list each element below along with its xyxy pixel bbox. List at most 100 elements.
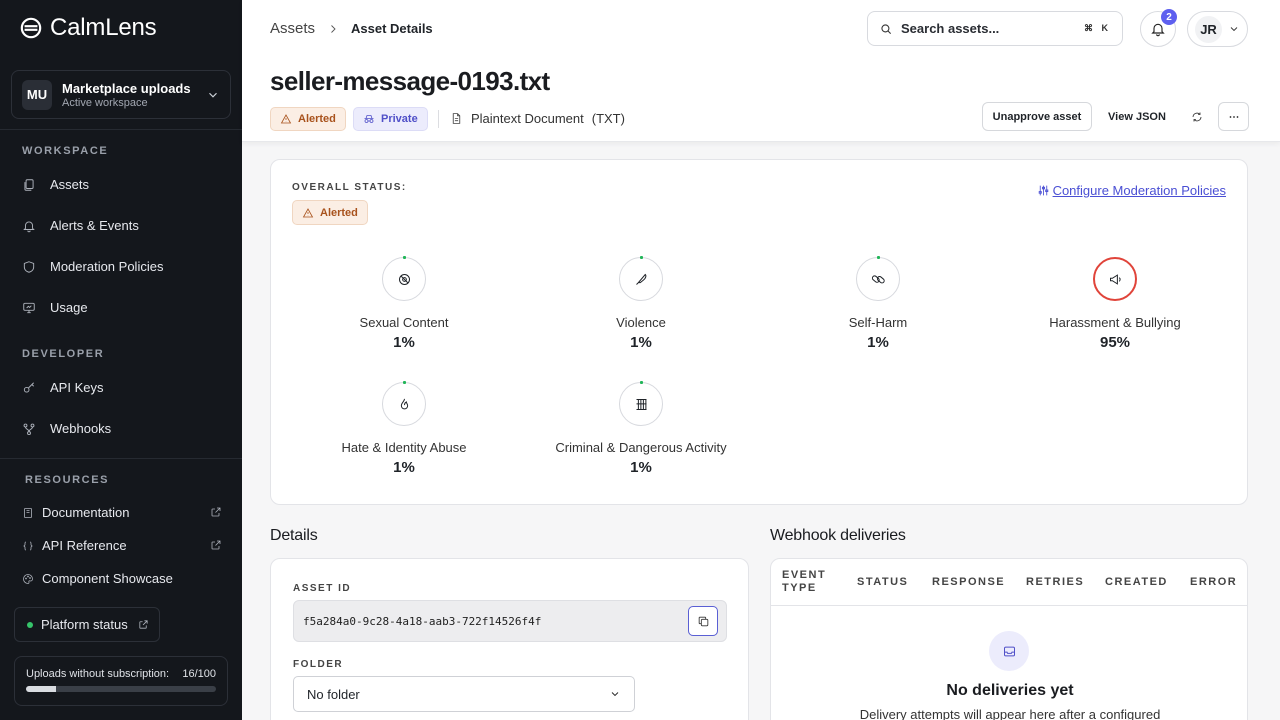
status-badge-label: Alerted: [298, 113, 336, 125]
chevron-down-icon: [209, 92, 217, 98]
uploads-quota: Uploads without subscription: 16/100: [14, 656, 228, 706]
view-json-button[interactable]: View JSON: [1100, 102, 1174, 131]
sidebar-item-webhooks[interactable]: Webhooks: [22, 421, 111, 436]
incognito-icon: [364, 115, 374, 123]
column-header-retries[interactable]: RETRIES: [1026, 576, 1084, 589]
search-shortcut: ⌘ K: [1084, 23, 1111, 33]
workspace-subtitle: Active workspace: [62, 96, 148, 109]
notifications-button[interactable]: 2: [1140, 9, 1177, 47]
document-icon: [452, 113, 461, 124]
file-type: Plaintext Document (TXT): [450, 111, 625, 126]
user-menu[interactable]: JR: [1187, 11, 1248, 47]
sidebar-link-label: Component Showcase: [42, 571, 173, 586]
category-name: Criminal & Dangerous Activity: [555, 440, 727, 455]
asset-id-field: f5a284a0-9c28-4a18-aab3-722f14526f4f: [293, 600, 727, 642]
eye-off-icon: [398, 273, 410, 285]
sidebar-item-usage[interactable]: Usage: [22, 300, 88, 315]
category-score: 1%: [630, 334, 652, 351]
refresh-button[interactable]: [1186, 102, 1208, 131]
section-label-resources: RESOURCES: [25, 474, 110, 486]
files-icon: [24, 178, 34, 191]
category-harassment-bullying[interactable]: Harassment & Bullying 95%: [1005, 257, 1225, 351]
sidebar-item-label: Moderation Policies: [50, 259, 164, 274]
column-header-created[interactable]: CREATED: [1105, 576, 1168, 589]
folder-select[interactable]: No folder: [293, 676, 635, 712]
empty-state-text: Delivery attempts will appear here after…: [859, 707, 1161, 720]
search-icon: [881, 23, 892, 34]
workspace-switcher[interactable]: MU Marketplace uploads Active workspace: [11, 70, 231, 119]
sidebar-item-label: Assets: [50, 177, 90, 192]
copy-button[interactable]: [688, 606, 718, 636]
search-input[interactable]: Search assets... ⌘ K: [867, 11, 1123, 46]
column-header-status[interactable]: STATUS: [857, 576, 908, 589]
category-self-harm[interactable]: Self-Harm 1%: [768, 256, 988, 351]
chevron-down-icon: [1230, 27, 1238, 32]
score-ring-flagged: [1093, 257, 1137, 301]
bell-icon: [23, 220, 35, 232]
asset-header: Assets Asset Details Search assets... ⌘ …: [242, 0, 1280, 142]
workspace-avatar: MU: [22, 79, 52, 110]
more-horizontal-icon: [1229, 115, 1238, 118]
monitor-icon: [23, 302, 35, 313]
category-sexual-content[interactable]: Sexual Content 1%: [294, 256, 514, 351]
column-header-error[interactable]: ERROR: [1190, 576, 1237, 589]
warning-icon: [302, 207, 314, 217]
unapprove-button[interactable]: Unapprove asset: [982, 102, 1092, 131]
category-name: Violence: [616, 315, 666, 330]
column-header-event-type[interactable]: EVENT TYPE: [782, 569, 842, 595]
chevron-right-icon: [331, 24, 336, 33]
empty-state-title: No deliveries yet: [946, 682, 1074, 699]
sidebar-link-component-showcase[interactable]: Component Showcase: [22, 571, 222, 586]
flame-icon: [400, 398, 408, 409]
category-hate-identity-abuse[interactable]: Hate & Identity Abuse 1%: [294, 381, 514, 476]
category-score: 1%: [393, 334, 415, 351]
app-logo[interactable]: CalmLens: [20, 14, 157, 42]
score-ring: [856, 256, 900, 301]
breadcrumb-current: Asset Details: [351, 21, 433, 36]
sidebar-item-alerts[interactable]: Alerts & Events: [22, 218, 139, 233]
uploads-progress-fill: [26, 686, 57, 692]
configure-policies-link[interactable]: Configure Moderation Policies: [1037, 183, 1226, 198]
column-header-response[interactable]: RESPONSE: [932, 576, 1005, 589]
sidebar-item-label: API Keys: [50, 380, 104, 395]
sidebar-item-moderation-policies[interactable]: Moderation Policies: [22, 259, 163, 274]
category-name: Self-Harm: [848, 315, 908, 330]
page-title: seller-message-0193.txt: [270, 66, 550, 96]
overall-status-badge-label: Alerted: [320, 206, 358, 219]
more-options-button[interactable]: [1218, 102, 1249, 131]
sidebar-item-label: Alerts & Events: [50, 218, 139, 233]
overall-status-card: OVERALL STATUS: Alerted Configure Modera…: [270, 159, 1248, 505]
breadcrumb-assets[interactable]: Assets: [270, 20, 315, 37]
category-name: Harassment & Bullying: [1049, 315, 1181, 330]
category-violence[interactable]: Violence 1%: [531, 256, 751, 351]
category-score: 1%: [630, 459, 652, 476]
category-criminal-dangerous[interactable]: Criminal & Dangerous Activity 1%: [531, 381, 751, 476]
platform-status-button[interactable]: Platform status: [14, 607, 160, 642]
sidebar-item-assets[interactable]: Assets: [22, 177, 89, 192]
key-icon: [23, 381, 34, 393]
platform-status-label: Platform status: [41, 617, 128, 632]
folder-select-value: No folder: [307, 686, 360, 702]
category-score: 1%: [867, 334, 889, 351]
inbox-icon: [1003, 646, 1015, 656]
knife-icon: [635, 273, 646, 285]
category-name: Sexual Content: [359, 315, 449, 330]
details-card: ASSET ID f5a284a0-9c28-4a18-aab3-722f145…: [270, 558, 749, 720]
visibility-badge: Private: [353, 107, 428, 131]
overall-status-label: OVERALL STATUS:: [292, 182, 407, 193]
app-name: CalmLens: [50, 14, 157, 41]
palette-icon: [23, 573, 33, 584]
sidebar-item-label: Webhooks: [50, 421, 112, 436]
sidebar-item-api-keys[interactable]: API Keys: [22, 380, 103, 395]
jail-bars-icon: [636, 398, 646, 410]
workspace-name: Marketplace uploads: [62, 80, 191, 96]
category-score: 1%: [393, 459, 415, 476]
megaphone-icon: [1109, 273, 1121, 285]
breadcrumb: Assets Asset Details: [270, 20, 433, 37]
chevron-down-icon: [611, 692, 619, 697]
sidebar-link-api-reference[interactable]: API Reference: [22, 538, 222, 553]
sidebar-link-label: Documentation: [42, 505, 130, 520]
external-link-icon: [139, 620, 148, 629]
category-score: 95%: [1099, 334, 1131, 351]
sidebar-link-documentation[interactable]: Documentation: [22, 505, 222, 520]
